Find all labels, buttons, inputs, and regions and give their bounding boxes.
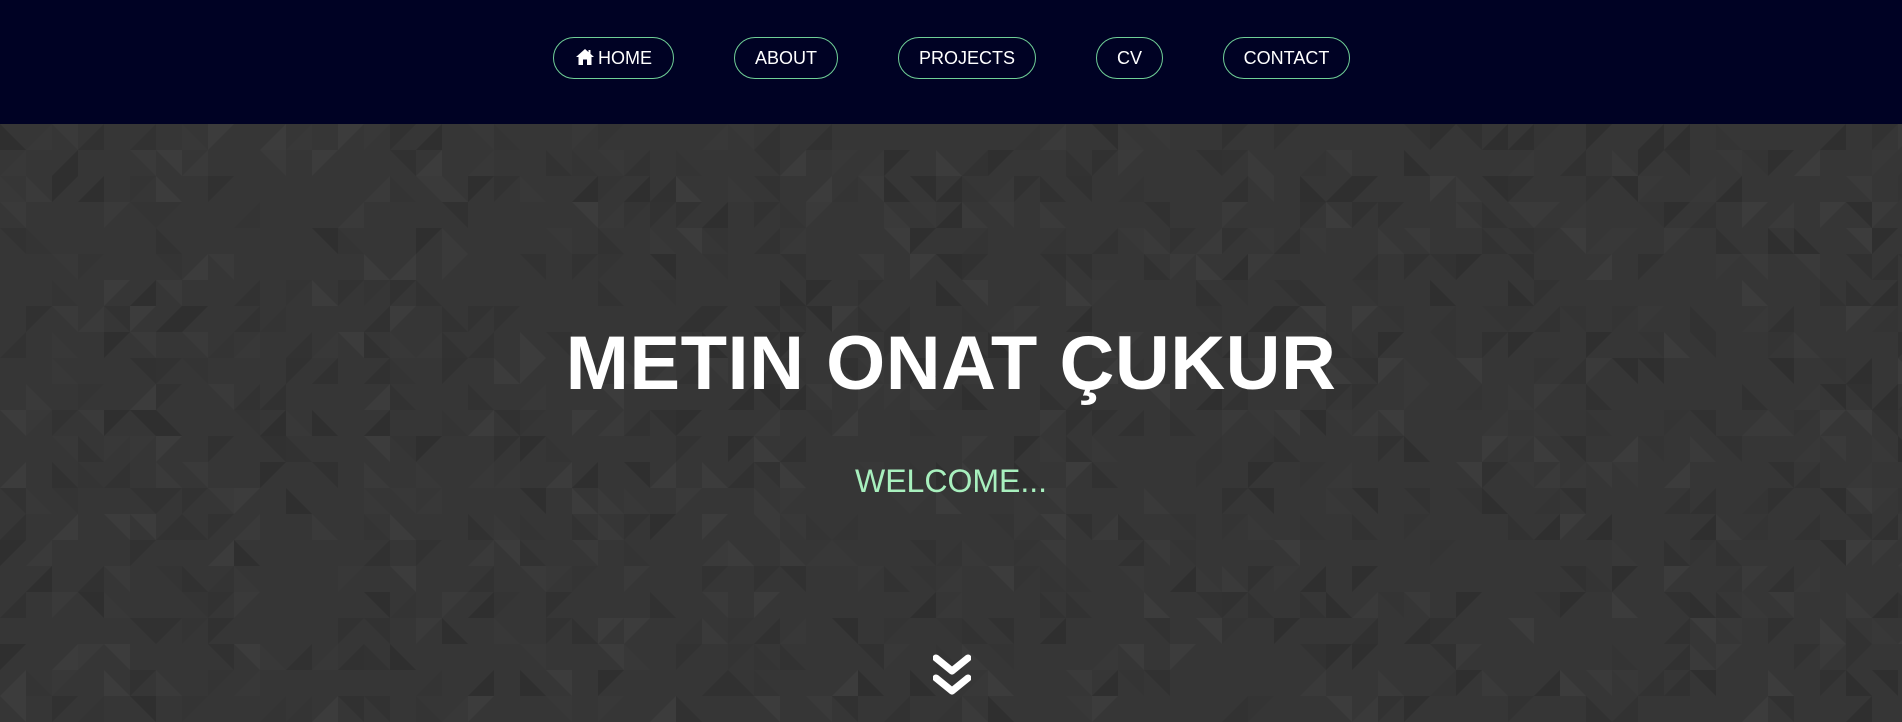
hero-title: METIN ONAT ÇUKUR: [565, 321, 1337, 406]
nav-contact-label: CONTACT: [1243, 48, 1330, 68]
page: HOME ABOUT PROJECTS CV CONTACT METIN ONA…: [0, 0, 1902, 722]
double-chevron-down-icon[interactable]: [933, 654, 971, 698]
nav-projects-label: PROJECTS: [918, 48, 1015, 68]
nav-contact-button[interactable]: CONTACT: [1223, 37, 1350, 79]
home-icon: [576, 49, 594, 65]
nav-about-label: ABOUT: [754, 48, 817, 68]
nav-home-button[interactable]: HOME: [553, 37, 674, 79]
hero-section: METIN ONAT ÇUKUR WELCOME...: [0, 124, 1902, 722]
nav-about-button[interactable]: ABOUT: [734, 37, 838, 79]
nav-cv-label: CV: [1116, 48, 1142, 68]
nav-home-label: HOME: [598, 48, 652, 68]
hero-background-pattern: [0, 124, 1902, 722]
hero-subtitle: WELCOME...: [854, 463, 1047, 499]
nav-projects-button[interactable]: PROJECTS: [898, 37, 1036, 79]
navbar: HOME ABOUT PROJECTS CV CONTACT: [0, 0, 1902, 124]
nav-cv-button[interactable]: CV: [1096, 37, 1163, 79]
